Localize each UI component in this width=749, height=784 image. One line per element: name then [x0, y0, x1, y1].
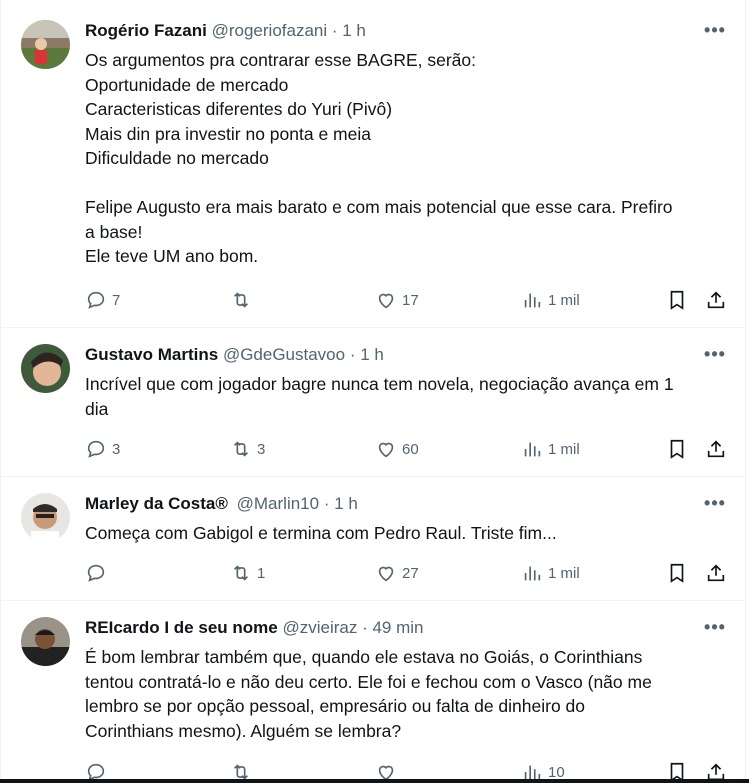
like-button[interactable]: 60: [375, 437, 419, 461]
tweet-actions: 1 27 1 mil: [85, 561, 730, 585]
reply-count: 7: [112, 291, 121, 309]
author-handle[interactable]: @Marlin10: [237, 494, 319, 513]
tweet[interactable]: REIcardo I de seu nome @zvieiraz · 49 mi…: [1, 601, 747, 783]
tweet[interactable]: Marley da Costa® @Marlin10 · 1 h ••• Com…: [1, 477, 747, 601]
bookmark-icon: [670, 290, 684, 310]
author-name[interactable]: Gustavo Martins: [85, 345, 218, 364]
heart-icon: [378, 442, 394, 458]
reply-button[interactable]: 3: [85, 437, 120, 461]
taskbar-edge: [0, 779, 749, 783]
views-icon: [524, 293, 541, 308]
reply-icon: [87, 440, 105, 458]
views-icon: [524, 442, 541, 457]
like-button[interactable]: 27: [375, 561, 419, 585]
avatar[interactable]: [21, 617, 70, 666]
bookmark-button[interactable]: [666, 437, 688, 461]
like-count: 17: [402, 291, 419, 309]
share-button[interactable]: [705, 561, 727, 585]
retweet-button[interactable]: 3: [230, 437, 265, 461]
tweet-header: Rogério Fazani @rogeriofazani · 1 h: [85, 20, 366, 42]
reply-button[interactable]: 7: [85, 288, 120, 312]
bookmark-icon: [670, 439, 684, 459]
author-handle[interactable]: @zvieiraz: [282, 618, 357, 637]
tweet-header: Gustavo Martins @GdeGustavoo · 1 h: [85, 344, 384, 366]
tweet[interactable]: Rogério Fazani @rogeriofazani · 1 h ••• …: [1, 0, 747, 328]
timestamp[interactable]: · 1 h: [350, 345, 384, 364]
tweet-header: REIcardo I de seu nome @zvieiraz · 49 mi…: [85, 617, 424, 639]
tweet-text: Incrível que com jogador bagre nunca tem…: [85, 374, 674, 419]
author-handle[interactable]: @GdeGustavoo: [223, 345, 345, 364]
timestamp[interactable]: · 49 min: [362, 618, 423, 637]
bookmark-button[interactable]: [666, 561, 688, 585]
reply-count: 3: [112, 440, 121, 458]
more-icon[interactable]: •••: [703, 345, 727, 368]
like-count: 27: [402, 564, 419, 582]
retweet-button[interactable]: [230, 288, 257, 312]
avatar[interactable]: [21, 20, 70, 69]
author-name[interactable]: REIcardo I de seu nome: [85, 618, 278, 637]
retweet-icon: [233, 441, 249, 457]
retweet-icon: [233, 565, 249, 581]
reply-icon: [87, 291, 105, 309]
avatar[interactable]: [21, 344, 70, 393]
author-handle[interactable]: @rogeriofazani: [212, 21, 328, 40]
avatar[interactable]: [21, 493, 70, 542]
heart-icon: [378, 566, 394, 582]
bookmark-icon: [670, 563, 684, 583]
heart-icon: [378, 293, 394, 309]
share-icon: [707, 564, 725, 582]
bookmark-button[interactable]: [666, 288, 688, 312]
view-count: 1 mil: [548, 440, 580, 458]
share-button[interactable]: [705, 288, 727, 312]
reply-button[interactable]: [85, 561, 112, 585]
share-icon: [707, 291, 725, 309]
retweet-count: 1: [257, 564, 266, 582]
reply-icon: [87, 564, 105, 582]
author-name[interactable]: Marley da Costa®: [85, 494, 228, 513]
author-name[interactable]: Rogério Fazani: [85, 21, 207, 40]
timeline: Rogério Fazani @rogeriofazani · 1 h ••• …: [0, 0, 747, 783]
retweet-count: 3: [257, 440, 266, 458]
retweet-button[interactable]: 1: [230, 561, 265, 585]
views-button[interactable]: 1 mil: [521, 561, 580, 585]
view-count: 10: [548, 763, 565, 781]
view-count: 1 mil: [548, 564, 580, 582]
more-icon[interactable]: •••: [703, 21, 727, 44]
more-icon[interactable]: •••: [703, 618, 727, 641]
views-button[interactable]: 1 mil: [521, 437, 580, 461]
share-button[interactable]: [705, 437, 727, 461]
retweet-icon: [233, 292, 249, 308]
like-count: 60: [402, 440, 419, 458]
more-icon[interactable]: •••: [703, 494, 727, 517]
tweet-actions: 7 17 1 mil: [85, 288, 730, 312]
tweet[interactable]: Gustavo Martins @GdeGustavoo · 1 h ••• I…: [1, 328, 747, 477]
tweet-text: Começa com Gabigol e termina com Pedro R…: [85, 523, 557, 543]
view-count: 1 mil: [548, 291, 580, 309]
tweet-header: Marley da Costa® @Marlin10 · 1 h: [85, 493, 358, 515]
views-button[interactable]: 1 mil: [521, 288, 580, 312]
tweet-text: É bom lembrar também que, quando ele est…: [85, 647, 652, 741]
views-icon: [524, 566, 541, 581]
timestamp[interactable]: · 1 h: [324, 494, 358, 513]
tweet-text: Os argumentos pra contrarar esse BAGRE, …: [85, 50, 673, 266]
like-button[interactable]: 17: [375, 288, 419, 312]
share-icon: [707, 440, 725, 458]
timestamp[interactable]: · 1 h: [332, 21, 366, 40]
tweet-actions: 3 3 60 1 mil: [85, 437, 730, 461]
